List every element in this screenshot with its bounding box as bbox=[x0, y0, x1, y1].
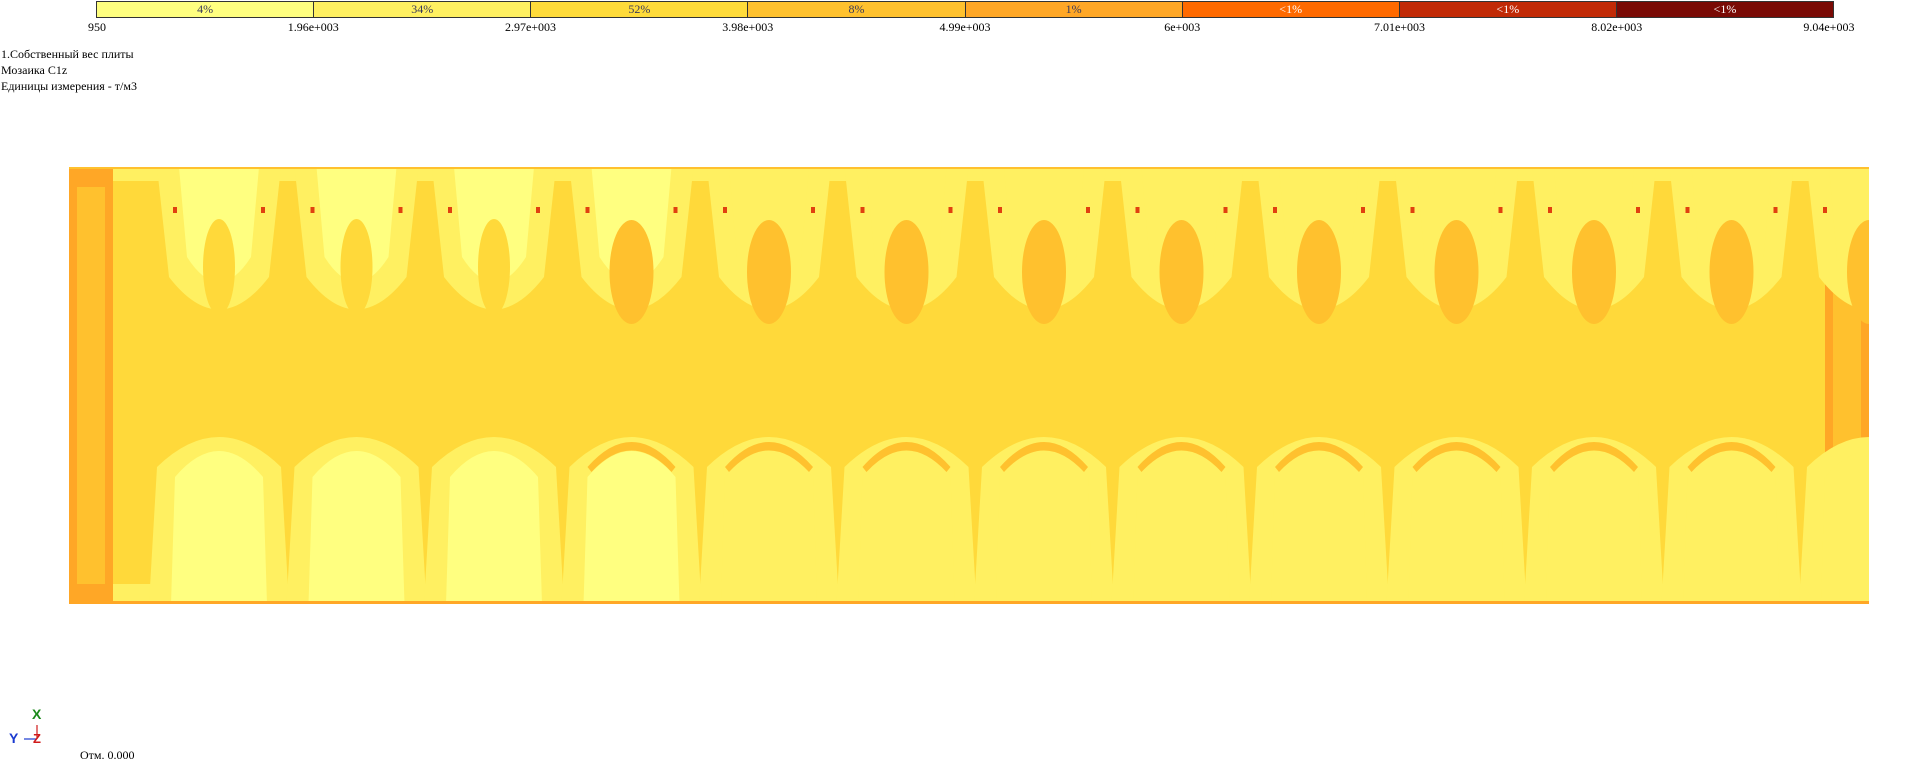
bottom-arch-core bbox=[583, 451, 680, 604]
top-arch-oval bbox=[1297, 220, 1341, 324]
top-arch-oval bbox=[884, 220, 929, 324]
legend-percent: <1% bbox=[1496, 2, 1520, 16]
top-hot-mark bbox=[860, 207, 865, 213]
legend-tick-label: 4.99e+003 bbox=[939, 20, 991, 34]
top-hot-mark bbox=[948, 207, 953, 213]
bottom-arch-core bbox=[1683, 451, 1780, 604]
bottom-arch-core bbox=[858, 451, 955, 604]
bottom-arch-core bbox=[1133, 451, 1230, 604]
top-hot-mark bbox=[1361, 207, 1365, 213]
color-scale-legend: 4% 34% 52% 8% 1% <1% <1% <1% bbox=[96, 1, 1834, 18]
legend-tick-label: 6e+003 bbox=[1164, 20, 1201, 34]
top-arch-oval bbox=[1022, 220, 1066, 324]
load-case-title: 1.Собственный вес плиты bbox=[1, 47, 134, 61]
legend-segment: <1% bbox=[1181, 1, 1399, 18]
bottom-arch-core bbox=[308, 451, 405, 604]
legend-percent: 4% bbox=[197, 2, 214, 16]
top-hot-mark bbox=[811, 207, 815, 213]
legend-percent: 52% bbox=[628, 2, 651, 16]
legend-tick-label: 950 bbox=[88, 20, 106, 34]
legend-percent: 8% bbox=[848, 2, 865, 16]
plate-bottom-line bbox=[69, 601, 1869, 604]
units-label: Единицы измерения - т/м3 bbox=[1, 79, 137, 93]
top-arch-oval bbox=[1709, 220, 1754, 324]
bottom-arch-core bbox=[171, 451, 267, 604]
top-arch-oval bbox=[609, 220, 654, 324]
axis-z-label: Z bbox=[33, 731, 41, 746]
legend-tick-label: 2.97e+003 bbox=[504, 20, 557, 34]
top-arch-oval bbox=[1572, 220, 1616, 324]
bottom-arch-core bbox=[1271, 451, 1367, 604]
bottom-arch-core bbox=[1821, 451, 1869, 604]
top-hot-mark bbox=[536, 207, 540, 213]
top-hot-mark bbox=[398, 207, 403, 213]
legend-segment: <1% bbox=[1398, 1, 1616, 18]
top-hot-mark bbox=[261, 207, 265, 213]
top-hot-mark bbox=[998, 207, 1002, 213]
plate-top-line bbox=[69, 167, 1869, 169]
top-hot-mark bbox=[1548, 207, 1552, 213]
top-hot-mark bbox=[673, 207, 678, 213]
top-hot-mark bbox=[1773, 207, 1778, 213]
top-hot-mark bbox=[1823, 207, 1827, 213]
top-arch-oval bbox=[1434, 220, 1479, 324]
legend-tick-label: 9.04e+003 bbox=[1803, 20, 1855, 34]
mosaic-type: Мозаика C1z bbox=[1, 63, 68, 77]
bottom-arch-core bbox=[1546, 451, 1642, 604]
bottom-arch-core bbox=[721, 451, 817, 604]
plate-mosaic[interactable] bbox=[69, 167, 1869, 604]
top-arch-oval bbox=[478, 219, 510, 315]
legend-segment: 52% bbox=[530, 1, 748, 18]
elevation-label: Отм. 0.000 bbox=[80, 748, 135, 762]
top-arch-oval bbox=[203, 219, 235, 315]
plate-left-edge-inner bbox=[77, 187, 105, 584]
top-hot-mark bbox=[723, 207, 727, 213]
legend-segment: 8% bbox=[747, 1, 965, 18]
axis-y-label: Y bbox=[9, 730, 19, 746]
legend-tick-label: 7.01e+003 bbox=[1373, 20, 1426, 34]
axis-x-label: X bbox=[32, 706, 42, 722]
axis-triad-icon: X Y Z bbox=[8, 705, 56, 753]
legend-tick-label: 1.96e+003 bbox=[287, 20, 339, 34]
top-arch-oval bbox=[747, 220, 791, 324]
top-hot-mark bbox=[1135, 207, 1140, 213]
top-hot-mark bbox=[310, 207, 315, 213]
legend-percent: 34% bbox=[411, 2, 434, 16]
top-hot-mark bbox=[1685, 207, 1690, 213]
result-info: 1.Собственный вес плиты Мозаика C1z Един… bbox=[1, 46, 137, 94]
legend-segment: 4% bbox=[96, 1, 314, 18]
legend-segment: 34% bbox=[313, 1, 531, 18]
top-arch-oval bbox=[1159, 220, 1204, 324]
legend-tick-label: 3.98e+003 bbox=[722, 20, 774, 34]
legend-percent: <1% bbox=[1713, 2, 1737, 16]
bottom-arch-core bbox=[446, 451, 542, 604]
top-hot-mark bbox=[1273, 207, 1277, 213]
legend-percent: <1% bbox=[1279, 2, 1303, 16]
top-arch-oval bbox=[340, 219, 373, 315]
top-hot-mark bbox=[1636, 207, 1640, 213]
legend-tick-label: 8.02e+003 bbox=[1591, 20, 1643, 34]
top-hot-mark bbox=[1498, 207, 1503, 213]
legend-segment: 1% bbox=[964, 1, 1182, 18]
top-hot-mark bbox=[173, 207, 177, 213]
legend-percent: 1% bbox=[1065, 2, 1082, 16]
top-hot-mark bbox=[585, 207, 590, 213]
top-hot-mark bbox=[1410, 207, 1415, 213]
legend-segment: <1% bbox=[1615, 1, 1834, 18]
bottom-arch-core bbox=[1408, 451, 1505, 604]
top-hot-mark bbox=[1086, 207, 1090, 213]
bottom-arch-core bbox=[996, 451, 1092, 604]
top-hot-mark bbox=[1223, 207, 1228, 213]
color-scale-ticks: 950 1.96e+003 2.97e+003 3.98e+003 4.99e+003 6… bbox=[88, 20, 1854, 34]
top-hot-mark bbox=[448, 207, 452, 213]
